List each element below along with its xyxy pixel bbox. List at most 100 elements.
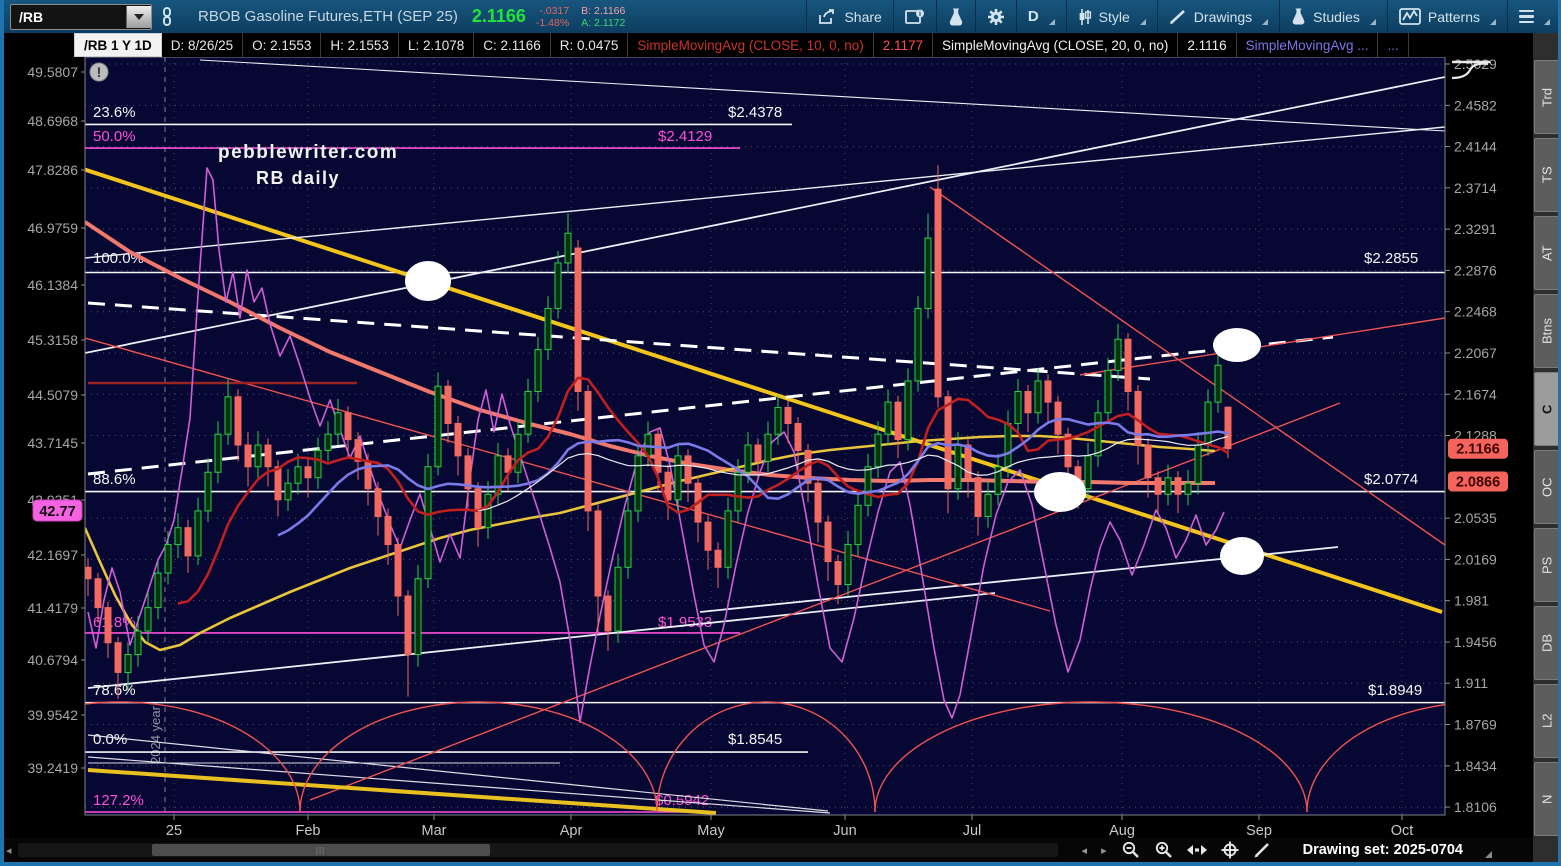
warning-icon: ! bbox=[89, 62, 109, 82]
svg-text:39.2419: 39.2419 bbox=[27, 760, 78, 776]
time-axis[interactable]: 25 Feb Mar Apr May Jun Jul Aug Sep Oct bbox=[166, 815, 1414, 839]
svg-text:Mar: Mar bbox=[422, 823, 447, 838]
page-right-icon[interactable]: ▸ bbox=[1101, 844, 1107, 857]
resize-corner-icon[interactable] bbox=[1484, 850, 1492, 858]
expand-horizontal-icon[interactable] bbox=[1186, 843, 1207, 857]
svg-text:Apr: Apr bbox=[560, 823, 583, 838]
chart-canvas[interactable]: 2024 year 23.6% $2.4378 50.0% $2.4129 100.0% $… bbox=[0, 56, 1533, 839]
svg-text:Feb: Feb bbox=[296, 823, 321, 838]
header-chip: SimpleMovingAvg ... bbox=[1237, 33, 1379, 57]
svg-text:45.3158: 45.3158 bbox=[27, 332, 78, 348]
svg-text:!: ! bbox=[97, 64, 102, 80]
thinkorswim-chart-window: /RB RBOB Gasoline Futures,ETH (SEP 25) 2… bbox=[0, 0, 1561, 866]
header-chip: SimpleMovingAvg (CLOSE, 10, 0, no) bbox=[628, 33, 874, 57]
sidebar-tab-db[interactable]: DB bbox=[1534, 606, 1560, 680]
svg-text:2.2067: 2.2067 bbox=[1454, 345, 1497, 361]
svg-text:2.3714: 2.3714 bbox=[1454, 180, 1497, 196]
analyze-button[interactable] bbox=[937, 0, 975, 33]
sidebar-tab-at[interactable]: AT bbox=[1534, 216, 1560, 290]
header-chip: H: 2.1553 bbox=[321, 33, 399, 57]
drawing-set-label[interactable]: Drawing set: 2025-0704 bbox=[1303, 842, 1463, 858]
svg-text:$1.8545: $1.8545 bbox=[728, 731, 782, 748]
svg-text:Aug: Aug bbox=[1109, 823, 1135, 838]
svg-text:42.1697: 42.1697 bbox=[27, 547, 78, 563]
svg-text:Jun: Jun bbox=[833, 823, 856, 838]
svg-text:$2.0774: $2.0774 bbox=[1364, 471, 1418, 488]
studies-menu[interactable]: Studies bbox=[1280, 0, 1387, 33]
flask-icon bbox=[949, 8, 963, 25]
sidebar-tab-ts[interactable]: TS bbox=[1534, 138, 1560, 212]
crosshair-icon[interactable] bbox=[1221, 841, 1239, 859]
right-gadget-sidebar: Trd TS AT Btns C OC PS DB L2 N bbox=[1533, 33, 1561, 862]
right-price-axis[interactable]: 2.50292.45822.41442.37142.32912.28762.24… bbox=[1445, 56, 1508, 815]
svg-text:Oct: Oct bbox=[1391, 823, 1414, 838]
svg-text:47.8286: 47.8286 bbox=[27, 162, 78, 178]
symbol-period-chip[interactable]: /RB 1 Y 1D bbox=[74, 33, 162, 57]
style-menu[interactable]: Style bbox=[1067, 0, 1157, 33]
symbol-input[interactable]: /RB bbox=[10, 3, 152, 30]
scrollbar-thumb[interactable]: ||| bbox=[151, 844, 490, 856]
chart-header-strip: /RB 1 Y 1D D: 8/26/25 O: 2.1553 H: 2.1553 L… bbox=[0, 33, 1533, 57]
svg-text:127.2%: 127.2% bbox=[93, 792, 144, 809]
header-chip: 2.1177 bbox=[874, 33, 933, 57]
share-icon bbox=[819, 8, 835, 24]
svg-text:2.0169: 2.0169 bbox=[1454, 551, 1497, 567]
link-icon[interactable] bbox=[159, 6, 175, 27]
drawings-menu[interactable]: Drawings bbox=[1158, 0, 1279, 33]
flask-icon bbox=[1292, 8, 1305, 25]
left-price-axis[interactable]: 49.5807 48.6968 47.8286 46.9759 46.1384 45.31… bbox=[27, 64, 85, 776]
svg-text:2.4144: 2.4144 bbox=[1454, 139, 1497, 155]
svg-text:1.8434: 1.8434 bbox=[1454, 758, 1497, 774]
zoom-out-icon[interactable] bbox=[1121, 841, 1140, 859]
pencil-icon[interactable] bbox=[1253, 842, 1271, 858]
svg-text:48.6968: 48.6968 bbox=[27, 113, 78, 129]
svg-text:$2.4129: $2.4129 bbox=[658, 128, 712, 145]
svg-text:49.5807: 49.5807 bbox=[27, 64, 78, 80]
symbol-text[interactable]: /RB bbox=[11, 9, 126, 25]
svg-text:1.911: 1.911 bbox=[1454, 675, 1488, 691]
header-chip: C: 2.1166 bbox=[474, 33, 551, 57]
svg-text:23.6%: 23.6% bbox=[93, 104, 136, 121]
svg-text:50.0%: 50.0% bbox=[93, 128, 136, 145]
svg-text:40.6794: 40.6794 bbox=[27, 652, 78, 668]
header-chip: ... bbox=[1378, 33, 1409, 57]
svg-text:2.2468: 2.2468 bbox=[1454, 304, 1497, 320]
svg-text:2.1166: 2.1166 bbox=[1456, 442, 1500, 458]
settings-button[interactable] bbox=[976, 0, 1016, 33]
top-toolbar: /RB RBOB Gasoline Futures,ETH (SEP 25) 2… bbox=[0, 0, 1561, 33]
sidebar-tab-oc[interactable]: OC bbox=[1534, 450, 1560, 524]
svg-text:1.8769: 1.8769 bbox=[1454, 717, 1497, 733]
sidebar-tab-btns[interactable]: Btns bbox=[1534, 294, 1560, 368]
svg-text:2.3291: 2.3291 bbox=[1454, 221, 1497, 237]
sidebar-tab-ps[interactable]: PS bbox=[1534, 528, 1560, 602]
symbol-dropdown-icon[interactable] bbox=[126, 5, 151, 28]
pencil-icon bbox=[1169, 9, 1185, 24]
share-button[interactable]: Share bbox=[807, 0, 892, 33]
instrument-title: RBOB Gasoline Futures,ETH (SEP 25) bbox=[198, 8, 458, 25]
svg-text:1.8106: 1.8106 bbox=[1454, 799, 1497, 815]
svg-text:0.0%: 0.0% bbox=[93, 731, 127, 748]
patterns-menu[interactable]: Patterns bbox=[1388, 0, 1507, 33]
svg-text:2024 year: 2024 year bbox=[148, 705, 163, 763]
svg-text:39.9542: 39.9542 bbox=[27, 707, 78, 723]
svg-text:1.981: 1.981 bbox=[1454, 593, 1489, 609]
news-button[interactable]: i bbox=[894, 0, 936, 33]
menu-button[interactable] bbox=[1508, 0, 1561, 33]
sidebar-tab-c[interactable]: C bbox=[1534, 372, 1560, 446]
header-chip: O: 2.1553 bbox=[243, 33, 322, 57]
sidebar-tab-trd[interactable]: Trd bbox=[1534, 60, 1560, 134]
sidebar-tab-n[interactable]: N bbox=[1534, 762, 1560, 836]
price-chart[interactable]: 2024 year23.6% $2.437850.0% $2.4129100.0% $… bbox=[0, 56, 1533, 839]
zoom-in-icon[interactable] bbox=[1154, 841, 1173, 859]
svg-text:$2.2855: $2.2855 bbox=[1364, 250, 1418, 267]
svg-text:pebblewriter.com: pebblewriter.com bbox=[218, 142, 398, 163]
svg-text:Sep: Sep bbox=[1246, 823, 1272, 838]
last-price: 2.1166 bbox=[471, 6, 526, 26]
svg-text:i: i bbox=[919, 11, 921, 18]
timeframe-dropdown[interactable]: D bbox=[1017, 0, 1066, 33]
svg-text:44.5079: 44.5079 bbox=[27, 387, 78, 403]
sidebar-tab-l2[interactable]: L2 bbox=[1534, 684, 1560, 758]
page-left-icon[interactable]: ◂ bbox=[1082, 844, 1088, 857]
svg-text:$1.9533: $1.9533 bbox=[658, 614, 712, 631]
chart-scrollbar[interactable]: ||| bbox=[17, 843, 1058, 857]
